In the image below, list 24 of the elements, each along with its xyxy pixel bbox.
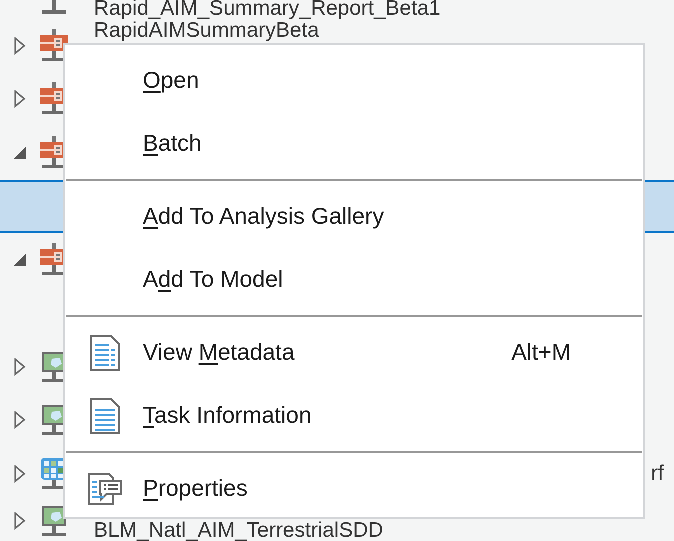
tree-item-label[interactable]: BLM_Natl_AIM_TerrestrialSDD — [94, 520, 384, 540]
expanded-arrow-icon[interactable] — [13, 252, 27, 267]
tree-item-label[interactable]: rf — [651, 462, 664, 486]
menu-item[interactable]: Add To Analysis Gallery — [65, 185, 643, 248]
properties-icon — [88, 472, 122, 504]
menu-item[interactable]: Batch — [65, 112, 643, 175]
tree-item-label[interactable]: RapidAIMSummaryBeta — [94, 21, 320, 41]
tree-item-label[interactable]: Rapid_AIM_Summary_Report_Beta1 — [94, 0, 441, 19]
collapsed-arrow-icon[interactable] — [14, 411, 26, 430]
menu-item[interactable]: Add To Model — [65, 248, 643, 311]
metadata-icon — [90, 334, 120, 370]
collapsed-arrow-icon[interactable] — [14, 358, 26, 376]
collapsed-arrow-icon[interactable] — [14, 464, 26, 483]
collapsed-arrow-icon[interactable] — [14, 90, 26, 108]
monitor-icon — [40, 504, 68, 538]
expanded-arrow-icon[interactable] — [13, 146, 27, 160]
collapsed-arrow-icon[interactable] — [14, 512, 26, 530]
document-icon — [90, 398, 120, 434]
menu-item[interactable]: View Metadata Alt+M — [65, 321, 643, 384]
collapsed-arrow-icon[interactable] — [14, 36, 26, 55]
menu-item[interactable]: Task Information — [65, 384, 643, 447]
menu-item[interactable]: Open — [65, 49, 643, 112]
menu-item[interactable]: Properties — [65, 457, 643, 520]
shortcut-label: Alt+M — [512, 339, 571, 366]
